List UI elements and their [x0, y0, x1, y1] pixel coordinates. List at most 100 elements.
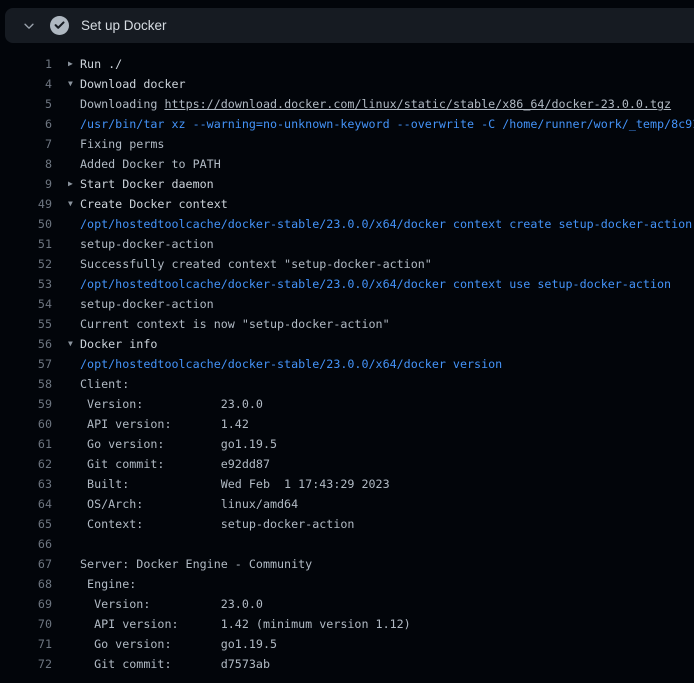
- line-number[interactable]: 57: [0, 354, 52, 374]
- log-text: Go version: go1.19.5: [80, 434, 277, 454]
- line-number[interactable]: 52: [0, 254, 52, 274]
- log-line: 58 Client:: [0, 374, 694, 394]
- arrow-spacer: [68, 254, 80, 274]
- log-text: setup-docker-action: [80, 294, 214, 314]
- arrow-spacer: [68, 414, 80, 434]
- line-number[interactable]: 51: [0, 234, 52, 254]
- arrow-spacer: [68, 234, 80, 254]
- log-text: Git commit: d7573ab: [80, 654, 270, 674]
- log-text: API version: 1.42: [80, 414, 249, 434]
- command-text: /opt/hostedtoolcache/docker-stable/23.0.…: [80, 354, 502, 374]
- line-number[interactable]: 49: [0, 194, 52, 214]
- log-text: Go version: go1.19.5: [80, 634, 277, 654]
- triangle-down-icon[interactable]: ▼: [68, 74, 80, 94]
- log-text: setup-docker-action: [80, 234, 214, 254]
- triangle-right-icon[interactable]: ▶: [68, 54, 80, 74]
- line-number[interactable]: 72: [0, 654, 52, 674]
- log-line: 72 Git commit: d7573ab: [0, 654, 694, 674]
- line-number[interactable]: 66: [0, 534, 52, 554]
- arrow-spacer: [68, 494, 80, 514]
- log-line: 68 Engine:: [0, 574, 694, 594]
- triangle-down-icon[interactable]: ▼: [68, 194, 80, 214]
- log-line: 54 setup-docker-action: [0, 294, 694, 314]
- arrow-spacer: [68, 294, 80, 314]
- arrow-spacer: [68, 114, 80, 134]
- log-line: 57/opt/hostedtoolcache/docker-stable/23.…: [0, 354, 694, 374]
- log-text: API version: 1.42 (minimum version 1.12): [80, 614, 411, 634]
- line-number[interactable]: 58: [0, 374, 52, 394]
- line-number[interactable]: 71: [0, 634, 52, 654]
- arrow-spacer: [68, 434, 80, 454]
- arrow-spacer: [68, 354, 80, 374]
- log-line: 55Current context is now "setup-docker-a…: [0, 314, 694, 334]
- line-number[interactable]: 6: [0, 114, 52, 134]
- log-line: 63 Built: Wed Feb 1 17:43:29 2023: [0, 474, 694, 494]
- command-text: /opt/hostedtoolcache/docker-stable/23.0.…: [80, 214, 692, 234]
- line-number[interactable]: 61: [0, 434, 52, 454]
- group-title[interactable]: Docker info: [80, 334, 157, 354]
- line-number[interactable]: 68: [0, 574, 52, 594]
- line-number[interactable]: 67: [0, 554, 52, 574]
- arrow-spacer: [68, 134, 80, 154]
- arrow-spacer: [68, 394, 80, 414]
- arrow-spacer: [68, 374, 80, 394]
- triangle-down-icon[interactable]: ▼: [68, 334, 80, 354]
- line-number[interactable]: 64: [0, 494, 52, 514]
- line-number[interactable]: 63: [0, 474, 52, 494]
- line-number[interactable]: 5: [0, 94, 52, 114]
- line-number[interactable]: 7: [0, 134, 52, 154]
- log-url-link[interactable]: https://download.docker.com/linux/static…: [164, 94, 671, 114]
- command-text: /usr/bin/tar xz --warning=no-unknown-key…: [80, 114, 694, 134]
- log-line: 51 setup-docker-action: [0, 234, 694, 254]
- log-text: Server: Docker Engine - Community: [80, 554, 312, 574]
- line-number[interactable]: 69: [0, 594, 52, 614]
- line-number[interactable]: 60: [0, 414, 52, 434]
- log-line: 49 ▼Create Docker context: [0, 194, 694, 214]
- group-title[interactable]: Download docker: [80, 74, 186, 94]
- group-title[interactable]: Start Docker daemon: [80, 174, 214, 194]
- log-line: 4 ▼Download docker: [0, 74, 694, 94]
- log-lines: 1▶Run ./4▼Download docker5Downloading ht…: [0, 54, 694, 674]
- log-line: 66: [0, 534, 694, 554]
- log-text: Git commit: e92dd87: [80, 454, 270, 474]
- log-text: Version: 23.0.0: [80, 594, 263, 614]
- triangle-right-icon[interactable]: ▶: [68, 174, 80, 194]
- log-line: 67 Server: Docker Engine - Community: [0, 554, 694, 574]
- line-number[interactable]: 70: [0, 614, 52, 634]
- log-line: 56 ▼Docker info: [0, 334, 694, 354]
- arrow-spacer: [68, 274, 80, 294]
- line-number[interactable]: 65: [0, 514, 52, 534]
- group-title[interactable]: Run ./: [80, 54, 122, 74]
- line-number[interactable]: 50: [0, 214, 52, 234]
- log-text: Added Docker to PATH: [80, 154, 221, 174]
- arrow-spacer: [68, 514, 80, 534]
- log-text: OS/Arch: linux/amd64: [80, 494, 298, 514]
- log-line: 53/opt/hostedtoolcache/docker-stable/23.…: [0, 274, 694, 294]
- log-line: 61 Go version: go1.19.5: [0, 434, 694, 454]
- arrow-spacer: [68, 214, 80, 234]
- arrow-spacer: [68, 594, 80, 614]
- line-number[interactable]: 62: [0, 454, 52, 474]
- actions-log-viewer: Set up Docker 1▶Run ./4▼Download docker5…: [0, 0, 694, 683]
- line-number[interactable]: 4: [0, 74, 52, 94]
- chevron-down-icon[interactable]: [21, 18, 37, 34]
- line-number[interactable]: 54: [0, 294, 52, 314]
- step-header[interactable]: Set up Docker: [5, 8, 694, 43]
- log-line: 71 Go version: go1.19.5: [0, 634, 694, 654]
- line-number[interactable]: 9: [0, 174, 52, 194]
- command-text: /opt/hostedtoolcache/docker-stable/23.0.…: [80, 274, 671, 294]
- log-line: 7Fixing perms: [0, 134, 694, 154]
- line-number[interactable]: 8: [0, 154, 52, 174]
- log-line: 60 API version: 1.42: [0, 414, 694, 434]
- group-title[interactable]: Create Docker context: [80, 194, 228, 214]
- log-line: 5Downloading https://download.docker.com…: [0, 94, 694, 114]
- line-number[interactable]: 53: [0, 274, 52, 294]
- line-number[interactable]: 59: [0, 394, 52, 414]
- log-text: Client:: [80, 374, 129, 394]
- log-text: Engine:: [80, 574, 136, 594]
- line-number[interactable]: 56: [0, 334, 52, 354]
- log-line: 1 ▶Run ./: [0, 54, 694, 74]
- line-number[interactable]: 55: [0, 314, 52, 334]
- arrow-spacer: [68, 634, 80, 654]
- line-number[interactable]: 1: [0, 54, 52, 74]
